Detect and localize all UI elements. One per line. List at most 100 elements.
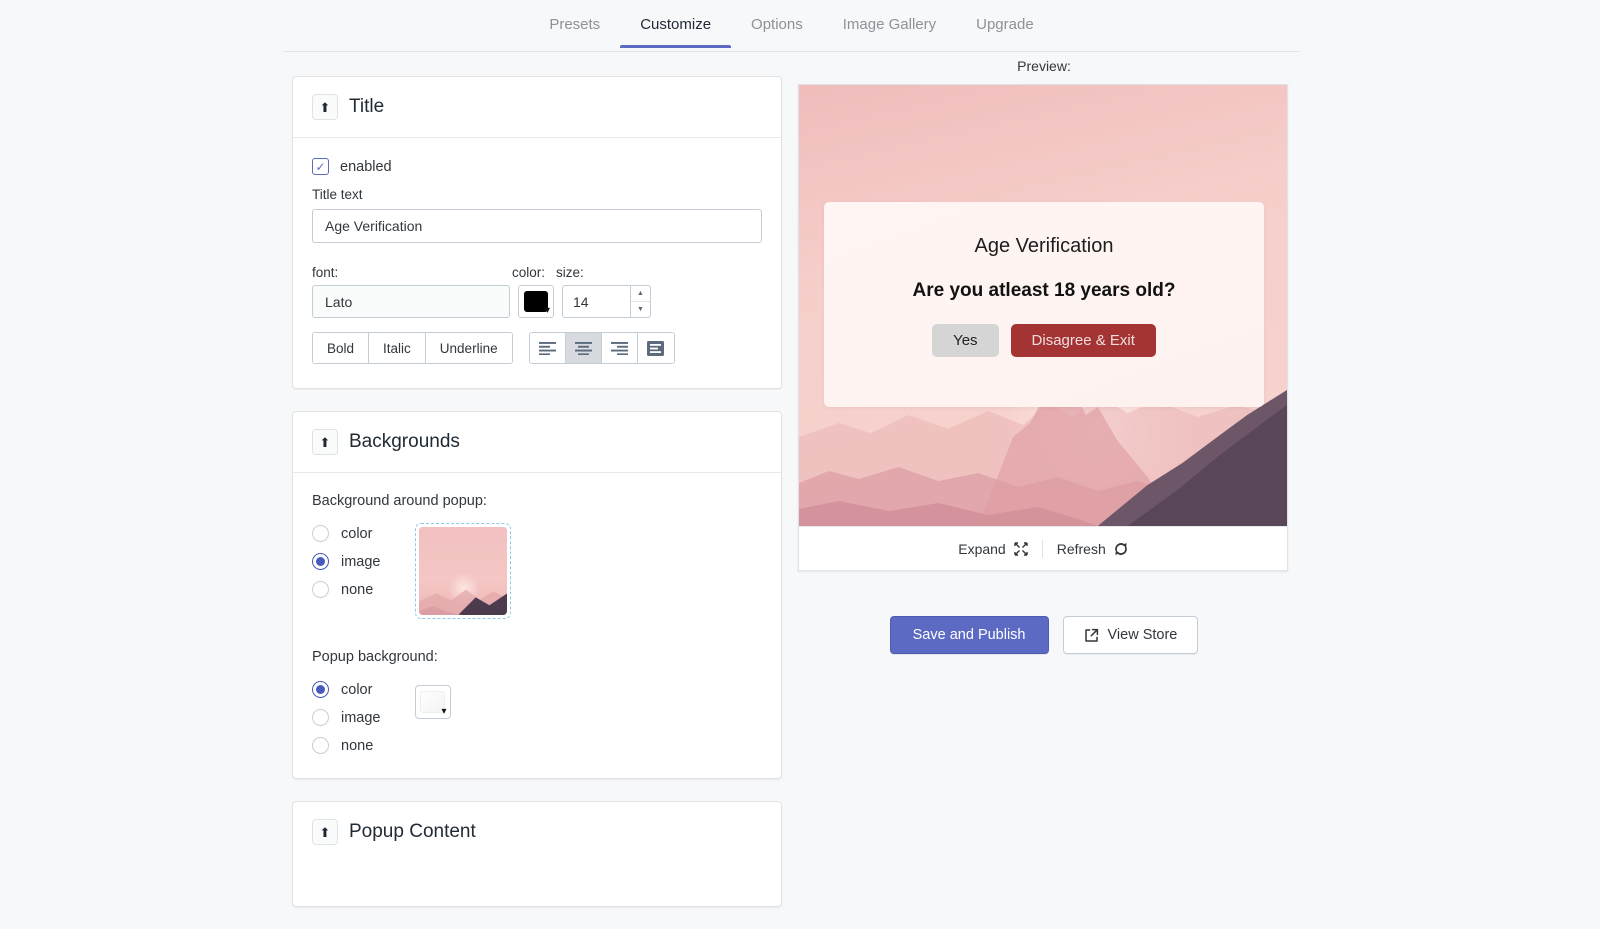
title-text-input[interactable] (312, 209, 762, 243)
external-link-icon (1084, 628, 1098, 642)
tab-image-gallery[interactable]: Image Gallery (823, 0, 956, 48)
popup-background-label: Popup background: (312, 649, 438, 665)
save-and-publish-button[interactable]: Save and Publish (889, 616, 1049, 654)
title-card-header: ⬆ Title (293, 77, 781, 138)
size-label: size: (556, 265, 584, 280)
text-style-button-group: Bold Italic Underline (312, 332, 513, 364)
radio-label-color: color (341, 525, 373, 542)
font-color-size-labels: font: color: size: (312, 265, 762, 280)
backgrounds-card-body: Background around popup: color image non… (293, 473, 781, 778)
refresh-button[interactable]: Refresh (1043, 537, 1142, 561)
font-size-spinner: ▲ ▼ (630, 285, 651, 318)
title-enabled-checkbox[interactable]: ✓ (312, 158, 329, 175)
tab-options[interactable]: Options (731, 0, 823, 48)
align-justify-button[interactable] (637, 333, 674, 363)
arrow-up-icon[interactable]: ⬆ (312, 94, 338, 120)
popup-content-card-header: ⬆ Popup Content (293, 802, 781, 862)
spinner-up-icon[interactable]: ▲ (631, 286, 650, 302)
font-size-input[interactable] (562, 285, 630, 318)
arrow-up-icon[interactable]: ⬆ (312, 819, 338, 845)
title-color-swatch[interactable]: ▾ (518, 285, 554, 318)
popup-content-card-heading: Popup Content (349, 821, 476, 842)
preview-disagree-button[interactable]: Disagree & Exit (1010, 324, 1156, 357)
title-text-label: Title text (312, 187, 363, 202)
radio-popup-color[interactable] (312, 681, 329, 698)
expand-label: Expand (958, 540, 1006, 557)
title-enabled-row: ✓ enabled (312, 158, 762, 175)
align-left-button[interactable] (529, 333, 566, 363)
preview-column: Preview: Age Verification Are you atleas… (798, 58, 1290, 654)
radio-label-popup-none: none (341, 737, 374, 754)
popup-background-color-swatch[interactable]: ▾ (414, 685, 451, 719)
radio-popup-image[interactable] (312, 709, 329, 726)
text-style-row: Bold Italic Underline (312, 332, 762, 364)
backgrounds-card-header: ⬆ Backgrounds (293, 412, 781, 473)
radio-label-popup-color: color (341, 681, 373, 698)
preview-popup-buttons: Yes Disagree & Exit (932, 324, 1156, 357)
bold-button[interactable]: Bold (313, 333, 370, 363)
popup-bg-option-none[interactable]: none (312, 737, 381, 754)
around-popup-option-color[interactable]: color (312, 525, 381, 542)
preview-popup-card: Age Verification Are you atleast 18 year… (824, 202, 1264, 407)
view-store-label: View Store (1107, 627, 1178, 643)
align-center-icon (574, 341, 592, 355)
title-card-heading: Title (349, 96, 385, 117)
font-label: font: (312, 265, 339, 280)
radio-color[interactable] (312, 525, 329, 542)
main-tab-bar: Presets Customize Options Image Gallery … (283, 0, 1300, 52)
chevron-down-icon: ▾ (544, 305, 550, 316)
thumbnail-image (418, 527, 507, 615)
preview-frame: Age Verification Are you atleast 18 year… (798, 84, 1288, 571)
preview-agree-button[interactable]: Yes (932, 324, 999, 357)
italic-button[interactable]: Italic (369, 333, 426, 363)
settings-column: ⬆ Title ✓ enabled Title text font: color… (292, 76, 782, 929)
title-card-body: ✓ enabled Title text font: color: size: … (293, 138, 781, 388)
backgrounds-card: ⬆ Backgrounds Background around popup: c… (292, 411, 782, 779)
title-enabled-label: enabled (340, 158, 392, 175)
tab-upgrade[interactable]: Upgrade (956, 0, 1054, 48)
preview-caption: Preview: (1017, 58, 1071, 74)
radio-none[interactable] (312, 581, 329, 598)
title-card: ⬆ Title ✓ enabled Title text font: color… (292, 76, 782, 389)
view-store-button[interactable]: View Store (1062, 616, 1199, 654)
refresh-label: Refresh (1056, 540, 1106, 557)
font-color-size-row: ▾ ▲ ▼ (312, 285, 762, 318)
backgrounds-card-heading: Backgrounds (349, 431, 460, 452)
popup-content-card-body (293, 862, 781, 906)
spinner-down-icon[interactable]: ▼ (631, 302, 650, 317)
around-popup-option-image[interactable]: image (312, 553, 381, 570)
popup-background-group: color image none ▾ (312, 679, 762, 754)
preview-footer: Expand Refresh (799, 526, 1287, 570)
background-image-thumbnail[interactable] (414, 523, 511, 619)
tab-presets[interactable]: Presets (529, 0, 620, 48)
background-around-popup-label: Background around popup: (312, 493, 487, 509)
action-buttons: Save and Publish View Store (798, 616, 1290, 654)
preview-popup-question: Are you atleast 18 years old? (912, 280, 1176, 301)
align-right-icon (610, 341, 628, 355)
underline-button[interactable]: Underline (425, 333, 512, 363)
radio-popup-none[interactable] (312, 737, 329, 754)
font-input[interactable] (312, 285, 510, 318)
preview-popup-title: Age Verification (974, 235, 1114, 257)
text-align-button-group (528, 332, 675, 364)
align-right-button[interactable] (601, 333, 638, 363)
radio-label-image: image (341, 553, 381, 570)
refresh-icon (1114, 542, 1127, 555)
popup-content-card: ⬆ Popup Content (292, 801, 782, 907)
radio-label-none: none (341, 581, 374, 598)
color-label: color: (512, 265, 546, 280)
align-center-button[interactable] (565, 333, 602, 363)
radio-image[interactable] (312, 553, 329, 570)
align-justify-icon (647, 340, 665, 356)
expand-button[interactable]: Expand (944, 537, 1041, 561)
background-around-popup-group: color image none (312, 523, 762, 619)
popup-bg-option-color[interactable]: color (312, 681, 381, 698)
around-popup-option-none[interactable]: none (312, 581, 381, 598)
align-left-icon (538, 341, 556, 355)
radio-label-popup-image: image (341, 709, 381, 726)
arrow-up-icon[interactable]: ⬆ (312, 429, 338, 455)
expand-arrows-icon (1014, 541, 1028, 556)
tab-customize[interactable]: Customize (620, 0, 731, 48)
font-size-stepper: ▲ ▼ (562, 285, 651, 318)
popup-bg-option-image[interactable]: image (312, 709, 381, 726)
